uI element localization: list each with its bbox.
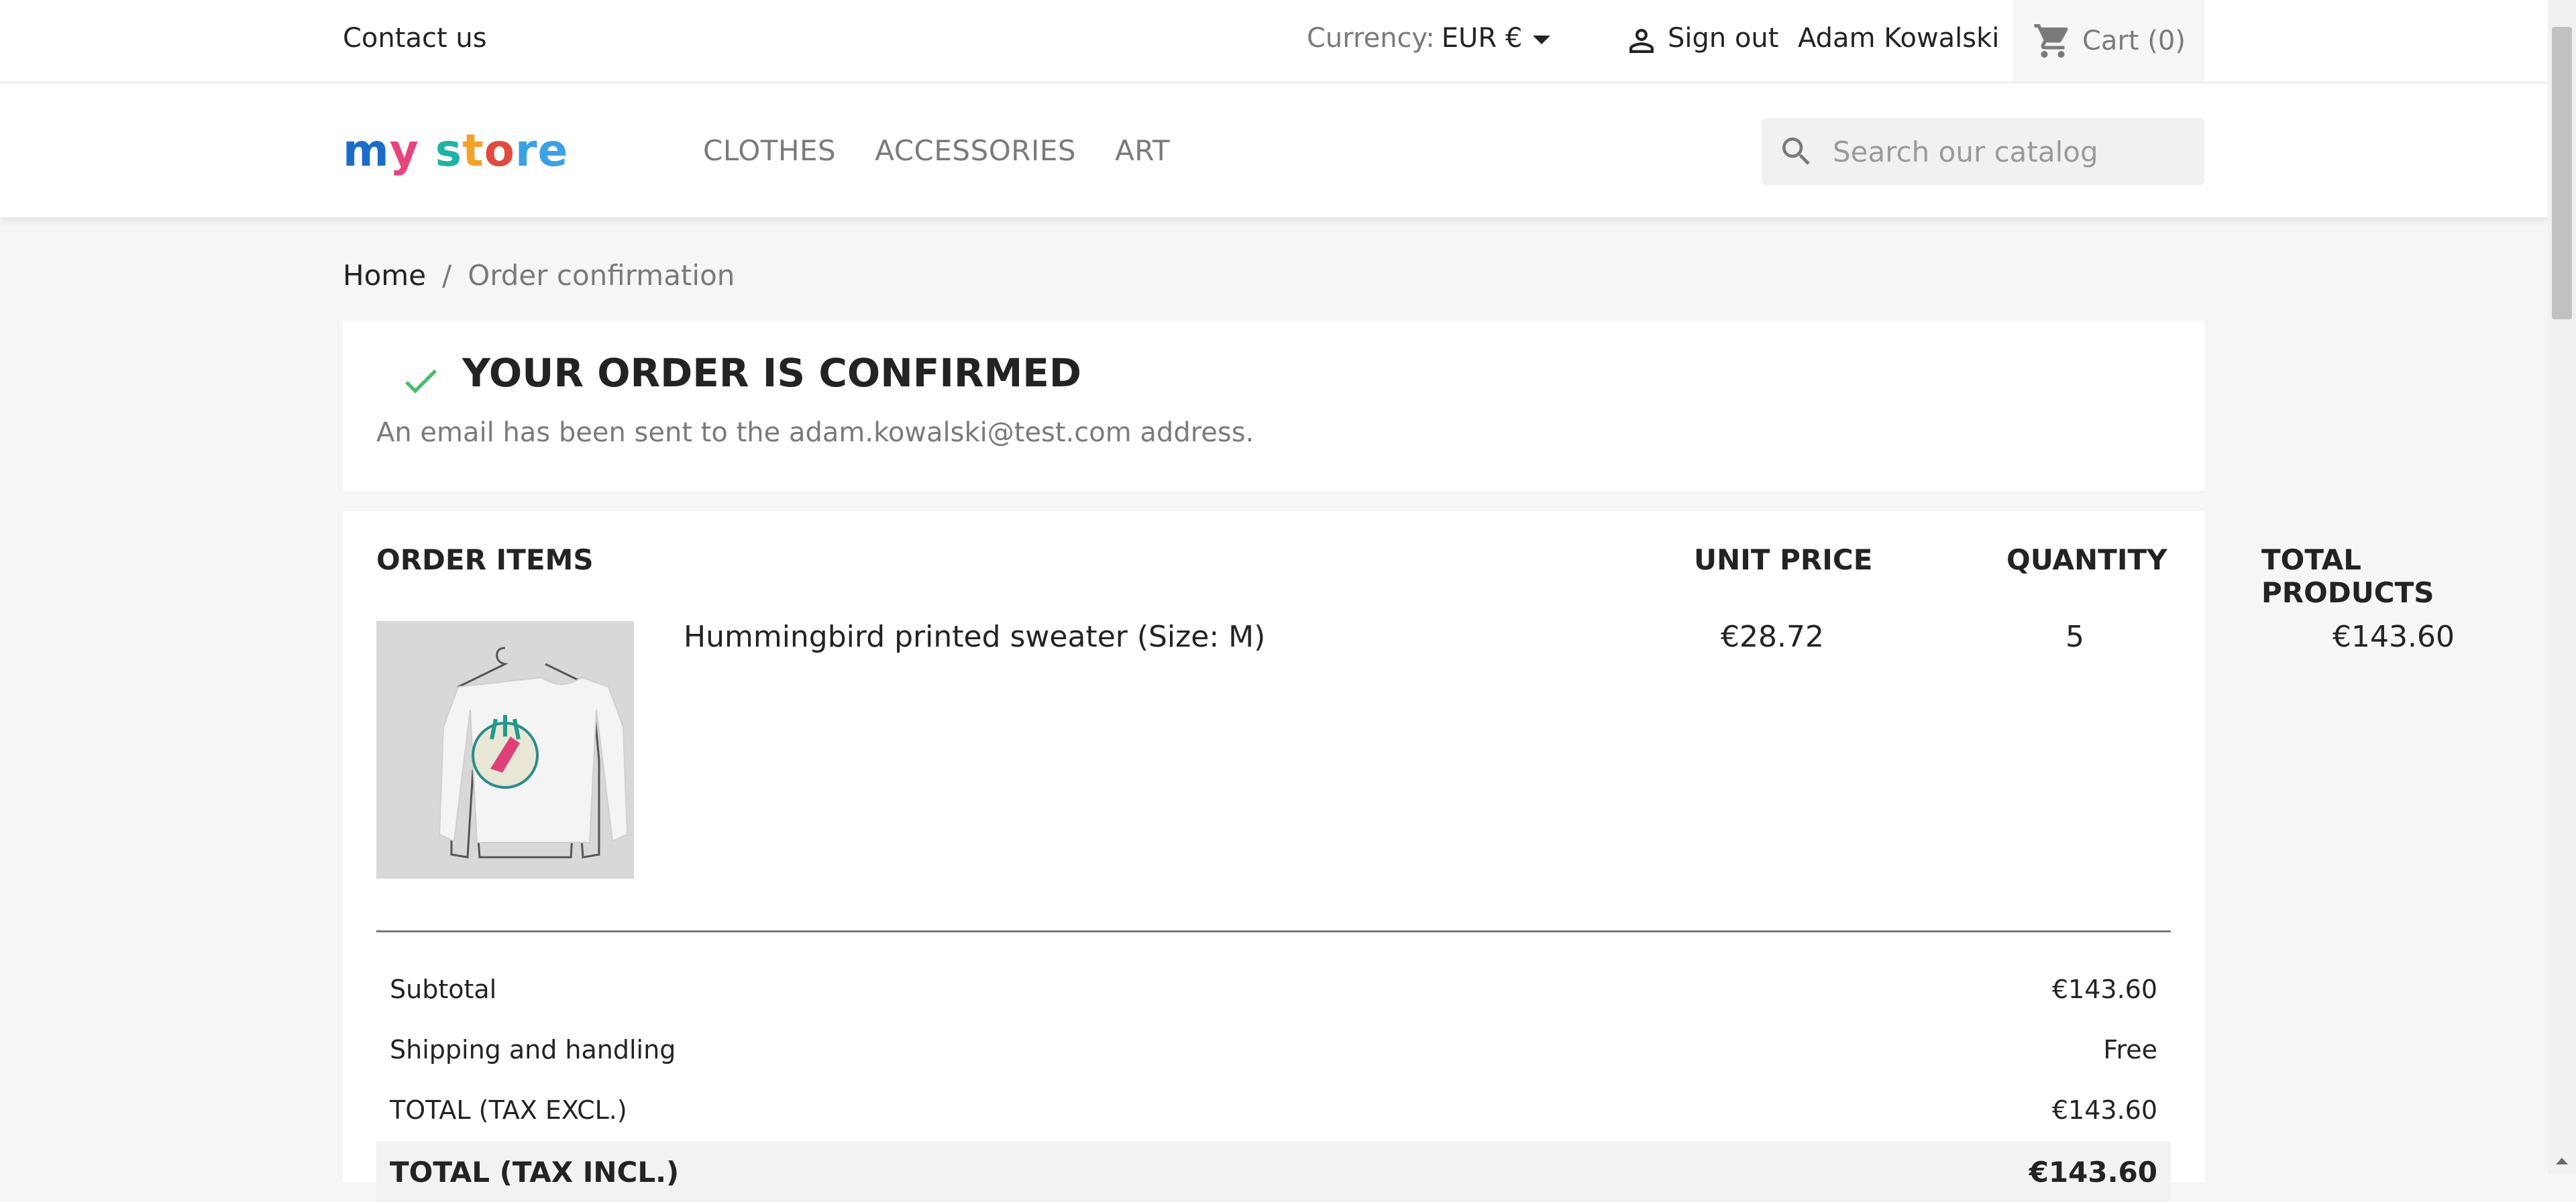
scrollbar-thumb[interactable] [2552, 27, 2572, 319]
subtotal-label: Subtotal [390, 975, 497, 1004]
sign-out-link[interactable]: Sign out [1668, 23, 1778, 54]
total-tax-incl-value: €143.60 [2029, 1155, 2157, 1189]
product-name[interactable]: Hummingbird printed sweater (Size: M) [684, 620, 1265, 654]
cart-label: Cart (0) [2082, 25, 2186, 56]
store-logo[interactable]: my store [343, 125, 568, 176]
cart-button[interactable]: Cart (0) [2012, 0, 2204, 82]
scroll-up-arrow-icon[interactable] [2556, 1158, 2568, 1164]
breadcrumb-current: Order confirmation [468, 259, 735, 292]
confirmation-message: An email has been sent to the adam.kowal… [376, 417, 1254, 448]
site-header: my store CLOTHES ACCESSORIES ART [0, 83, 2548, 217]
caret-down-icon [1533, 35, 1551, 44]
product-image[interactable] [376, 621, 634, 879]
total-tax-excl-row: TOTAL (TAX EXCL.) €143.60 [376, 1080, 2171, 1140]
divider [376, 930, 2171, 932]
total-tax-incl-row: TOTAL (TAX INCL.) €143.60 [376, 1142, 2171, 1202]
subtotal-value: €143.60 [2051, 975, 2157, 1004]
currency-label: Currency: [1307, 23, 1435, 54]
menu-item-clothes[interactable]: CLOTHES [703, 134, 836, 167]
shipping-label: Shipping and handling [390, 1035, 676, 1064]
check-icon [405, 369, 437, 394]
menu-item-accessories[interactable]: ACCESSORIES [875, 134, 1076, 167]
quantity-header: QUANTITY [2006, 543, 2167, 576]
shipping-value: Free [2103, 1035, 2157, 1064]
total-tax-excl-value: €143.60 [2051, 1095, 2157, 1125]
order-details-card: ORDER ITEMS UNIT PRICE QUANTITY TOTAL PR… [343, 511, 2455, 1202]
total-products-header: TOTAL PRODUCTS [2261, 543, 2434, 609]
menu-item-art[interactable]: ART [1115, 134, 1170, 167]
breadcrumb-separator: / [442, 259, 452, 292]
quantity: 5 [2065, 620, 2084, 654]
top-nav: Contact us Currency: EUR € Sign out Adam… [0, 0, 2548, 83]
breadcrumb: Home / Order confirmation [343, 259, 735, 292]
user-icon [1629, 29, 1654, 53]
cart-icon [2034, 24, 2068, 58]
order-confirmed-card: YOUR ORDER IS CONFIRMED An email has bee… [343, 321, 2204, 491]
currency-value: EUR € [1441, 23, 1523, 54]
contact-us-link[interactable]: Contact us [343, 23, 487, 54]
shipping-row: Shipping and handling Free [376, 1020, 2171, 1080]
scrollbar[interactable] [2548, 0, 2576, 1174]
subtotal-row: Subtotal €143.60 [376, 959, 2171, 1020]
page-title: YOUR ORDER IS CONFIRMED [462, 350, 1082, 396]
total-tax-excl-label: TOTAL (TAX EXCL.) [390, 1095, 627, 1125]
currency-selector[interactable]: Currency: EUR € [1307, 23, 1551, 54]
account-link[interactable]: Adam Kowalski [1798, 23, 1999, 54]
search-box [1762, 118, 2204, 185]
breadcrumb-home[interactable]: Home [343, 259, 426, 292]
unit-price-header: UNIT PRICE [1694, 543, 1873, 576]
search-input[interactable] [1831, 134, 2183, 169]
product-total: €143.60 [2332, 620, 2455, 654]
main-menu: CLOTHES ACCESSORIES ART [703, 134, 1170, 167]
total-tax-incl-label: TOTAL (TAX INCL.) [390, 1155, 680, 1189]
order-items-header: ORDER ITEMS [376, 543, 594, 576]
search-icon[interactable] [1778, 133, 1815, 170]
sweater-image [376, 621, 634, 879]
unit-price: €28.72 [1721, 620, 1824, 654]
